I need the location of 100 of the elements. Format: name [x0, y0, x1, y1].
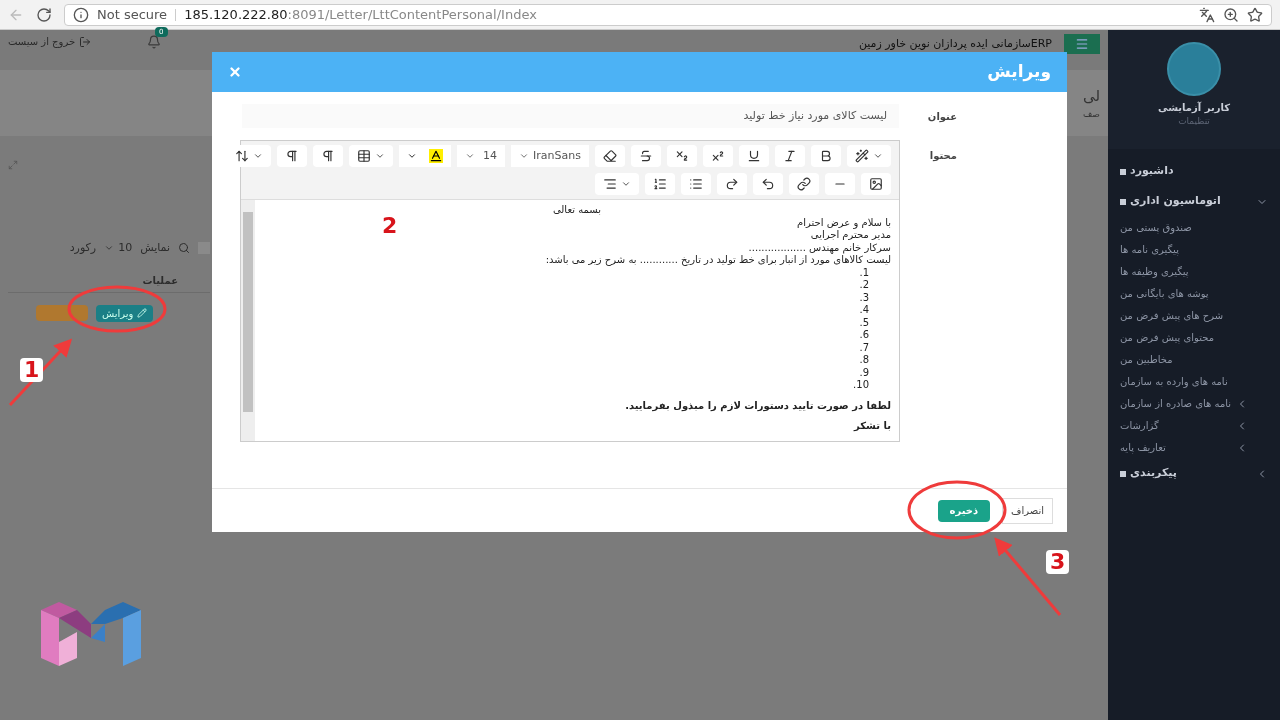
save-button[interactable]: ذخیره: [937, 499, 991, 522]
editor-line: 10.: [853, 379, 870, 392]
caret-icon: [253, 151, 264, 161]
annotation-number: 1: [20, 358, 44, 382]
editor-line: سرکار خانم مهندس ..................: [748, 241, 891, 254]
highlight-icon: [429, 149, 444, 163]
editor-line: 2.: [859, 279, 870, 292]
italic-button[interactable]: [775, 145, 805, 167]
editor-line: 6.: [859, 329, 870, 342]
sidebar-item[interactable]: شرح های پیش فرض من: [1108, 304, 1260, 327]
show-label: نمایش: [140, 240, 170, 256]
page-size-select[interactable]: 10: [104, 240, 133, 257]
column-header: عملیات: [142, 273, 178, 288]
sidebar-item[interactable]: مخاطبین من: [1108, 348, 1260, 371]
avatar: [1167, 42, 1221, 96]
eraser-button[interactable]: [595, 145, 625, 167]
url-text: 185.120.222.80:8091/Letter/LttContentPersonal/Index: [184, 5, 537, 24]
editor-line: 7.: [859, 341, 870, 354]
square-icon: [1120, 470, 1126, 477]
editor-line: 8.: [859, 354, 870, 367]
eraser-icon: [603, 149, 617, 163]
caret-icon: [465, 151, 476, 161]
zoom-icon[interactable]: [1223, 6, 1239, 23]
caret-icon: [873, 151, 883, 161]
user-name: کاربر آزمایشی: [1158, 100, 1230, 115]
undo-icon: [761, 177, 775, 191]
search-icon[interactable]: [178, 242, 190, 255]
square-icon: [1120, 198, 1126, 205]
sidebar-item[interactable]: اتوماسیون اداری: [1108, 186, 1280, 217]
subscript-button[interactable]: [667, 145, 697, 167]
numbered-list-icon: [653, 177, 667, 191]
square-icon: [1120, 168, 1126, 175]
table-icon: [357, 149, 372, 163]
caret-icon: [621, 179, 631, 189]
translate-icon[interactable]: [1199, 6, 1215, 23]
magic-button[interactable]: [847, 145, 891, 167]
font-select[interactable]: IranSans: [511, 145, 589, 167]
pencil-icon: [137, 308, 148, 318]
highlight-button[interactable]: [399, 145, 452, 167]
table-button[interactable]: [349, 145, 394, 167]
dialog-title: ویرایش: [987, 60, 1051, 84]
field-label: محتوا: [929, 149, 957, 163]
sidebar-item[interactable]: محتوای پیش فرض من: [1108, 326, 1260, 349]
star-icon[interactable]: [1247, 6, 1263, 23]
numbered-list-button[interactable]: [645, 173, 675, 195]
image-icon: [869, 177, 883, 191]
editor-line: لیست کالاهای مورد از انبار برای خط تولید در تاریخ ............ به شرح زیر می باشد:: [545, 254, 891, 267]
line-height-icon: [235, 149, 250, 163]
editor-line: با تشکر: [854, 420, 891, 433]
sidebar-item[interactable]: پیکربندی: [1108, 458, 1280, 489]
address-bar[interactable]: Not secure 185.120.222.80:8091/Letter/LttContentPersonal/Index: [64, 3, 1272, 26]
editor-line: 1.: [859, 266, 870, 279]
underline-button[interactable]: [739, 145, 769, 167]
sidebar-item[interactable]: پیگیری وظیفه ها: [1108, 260, 1260, 283]
edit-button[interactable]: ویرایش: [96, 304, 154, 322]
underline-icon: [747, 149, 761, 163]
editor-line: 4.: [859, 304, 870, 317]
bullet-list-icon: [689, 177, 703, 191]
strikethrough-button[interactable]: [631, 145, 661, 167]
sidebar-item[interactable]: داشبورد: [1108, 156, 1280, 187]
link-button[interactable]: [789, 173, 819, 195]
sidebar-item[interactable]: نامه های وارده به سازمان: [1108, 370, 1260, 393]
bold-icon: [819, 149, 833, 163]
sidebar-item[interactable]: تعاریف پایه: [1108, 436, 1260, 459]
bullet-list-button[interactable]: [681, 173, 711, 195]
subject-field[interactable]: لیست کالای مورد نیاز خط تولید: [242, 104, 899, 128]
records-label: رکورد: [69, 240, 97, 256]
sidebar-item[interactable]: نامه های صادره از سازمان: [1108, 392, 1260, 415]
logout-link[interactable]: خروج از سیست: [8, 34, 92, 49]
size-select[interactable]: 14: [457, 145, 506, 167]
paragraph-icon: [321, 149, 336, 163]
sidebar-item[interactable]: پیگیری نامه ها: [1108, 238, 1260, 261]
sidebar-item[interactable]: گزارشات: [1108, 414, 1260, 437]
logout-icon: [79, 35, 92, 48]
reload-icon[interactable]: [36, 6, 52, 23]
editor-line: 5.: [859, 316, 870, 329]
image-button[interactable]: [861, 173, 891, 195]
paragraph-button[interactable]: [313, 145, 344, 167]
editor-line: لطفا در صورت تایید دستورات لازم را مبذول بفرمایید.: [625, 399, 891, 412]
caret-icon: [375, 151, 386, 161]
italic-icon: [783, 149, 797, 163]
editor-line: 3.: [859, 291, 870, 304]
strikethrough-icon: [639, 149, 653, 163]
sidebar-item[interactable]: پوشه های بایگانی من: [1108, 282, 1260, 305]
cancel-button[interactable]: انصراف: [1002, 497, 1053, 524]
paragraph-direction-button[interactable]: [277, 145, 308, 167]
horizontal-rule-button[interactable]: [825, 173, 855, 195]
security-label: Not secure: [97, 5, 168, 24]
subscript-icon: [675, 149, 689, 163]
superscript-button[interactable]: [703, 145, 733, 167]
link-icon: [797, 177, 811, 191]
caret-icon: [519, 151, 530, 161]
align-button[interactable]: [595, 173, 639, 195]
redo-button[interactable]: [717, 173, 747, 195]
bell-icon[interactable]: [147, 34, 162, 49]
editor-line: بسمه تعالی: [552, 204, 602, 217]
sidebar-item[interactable]: صندوق پستی من: [1108, 216, 1260, 239]
app-title: ERPسازمانی ایده پردازان نوین خاور زمین: [858, 37, 1052, 51]
bold-button[interactable]: [811, 145, 841, 167]
undo-button[interactable]: [753, 173, 783, 195]
